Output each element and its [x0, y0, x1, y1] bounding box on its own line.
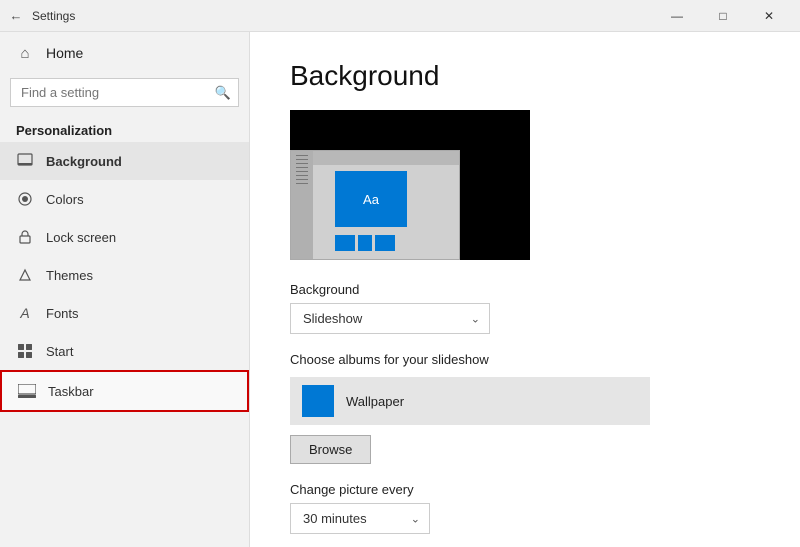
- app-body: ⌂ Home 🔍 Personalization Background Colo…: [0, 32, 800, 547]
- title-bar: ← Settings — □ ✕: [0, 0, 800, 32]
- background-dropdown-label: Background: [290, 282, 760, 297]
- app-title: Settings: [32, 9, 75, 23]
- change-picture-dropdown-row: 30 minutes 1 minute 10 minutes 1 hour 6 …: [290, 503, 760, 534]
- sidebar-item-taskbar-label: Taskbar: [48, 384, 94, 399]
- sidebar-section-label: Personalization: [0, 115, 249, 142]
- sidebar-item-themes[interactable]: Themes: [0, 256, 249, 294]
- album-name-label: Wallpaper: [346, 394, 404, 409]
- preview-aa-box: Aa: [335, 171, 407, 227]
- sidebar-item-taskbar[interactable]: Taskbar: [0, 370, 249, 412]
- search-input[interactable]: [10, 78, 239, 107]
- preview-ruler: [291, 151, 313, 259]
- back-button[interactable]: ←: [8, 8, 24, 24]
- colors-icon: [16, 190, 34, 208]
- themes-icon: [16, 266, 34, 284]
- sidebar-item-start-label: Start: [46, 344, 73, 359]
- sidebar: ⌂ Home 🔍 Personalization Background Colo…: [0, 32, 250, 547]
- sidebar-search-box: 🔍: [10, 78, 239, 107]
- preview-small-tiles: [335, 235, 395, 251]
- change-picture-label: Change picture every: [290, 482, 760, 497]
- browse-button[interactable]: Browse: [290, 435, 371, 464]
- home-label: Home: [46, 45, 83, 61]
- sidebar-item-colors[interactable]: Colors: [0, 180, 249, 218]
- preview-top-ruler: [313, 151, 459, 165]
- album-thumbnail: [302, 385, 334, 417]
- sidebar-item-fonts[interactable]: A Fonts: [0, 294, 249, 332]
- minimize-button[interactable]: —: [654, 0, 700, 32]
- preview-inner: Aa: [290, 150, 460, 260]
- background-dropdown-wrapper: Slideshow Picture Solid color ⌄: [290, 303, 490, 334]
- wallpaper-preview: Aa: [290, 110, 530, 260]
- start-icon: [16, 342, 34, 360]
- sidebar-item-home[interactable]: ⌂ Home: [0, 32, 249, 74]
- background-dropdown-row: Slideshow Picture Solid color ⌄: [290, 303, 760, 334]
- sidebar-item-colors-label: Colors: [46, 192, 84, 207]
- sidebar-item-fonts-label: Fonts: [46, 306, 79, 321]
- background-icon: [16, 152, 34, 170]
- sidebar-item-start[interactable]: Start: [0, 332, 249, 370]
- background-dropdown[interactable]: Slideshow Picture Solid color: [290, 303, 490, 334]
- change-picture-dropdown-wrapper: 30 minutes 1 minute 10 minutes 1 hour 6 …: [290, 503, 430, 534]
- close-button[interactable]: ✕: [746, 0, 792, 32]
- sidebar-item-themes-label: Themes: [46, 268, 93, 283]
- page-title: Background: [290, 60, 760, 92]
- lockscreen-icon: [16, 228, 34, 246]
- sidebar-item-lockscreen[interactable]: Lock screen: [0, 218, 249, 256]
- sidebar-item-lockscreen-label: Lock screen: [46, 230, 116, 245]
- home-icon: ⌂: [16, 44, 34, 62]
- sidebar-item-background[interactable]: Background: [0, 142, 249, 180]
- change-picture-dropdown[interactable]: 30 minutes 1 minute 10 minutes 1 hour 6 …: [290, 503, 430, 534]
- main-content: Background Aa Background: [250, 32, 800, 547]
- taskbar-icon: [18, 382, 36, 400]
- sidebar-item-background-label: Background: [46, 154, 122, 169]
- albums-label: Choose albums for your slideshow: [290, 352, 760, 367]
- fonts-icon: A: [16, 304, 34, 322]
- album-item: Wallpaper: [290, 377, 650, 425]
- maximize-button[interactable]: □: [700, 0, 746, 32]
- search-icon: 🔍: [215, 85, 231, 101]
